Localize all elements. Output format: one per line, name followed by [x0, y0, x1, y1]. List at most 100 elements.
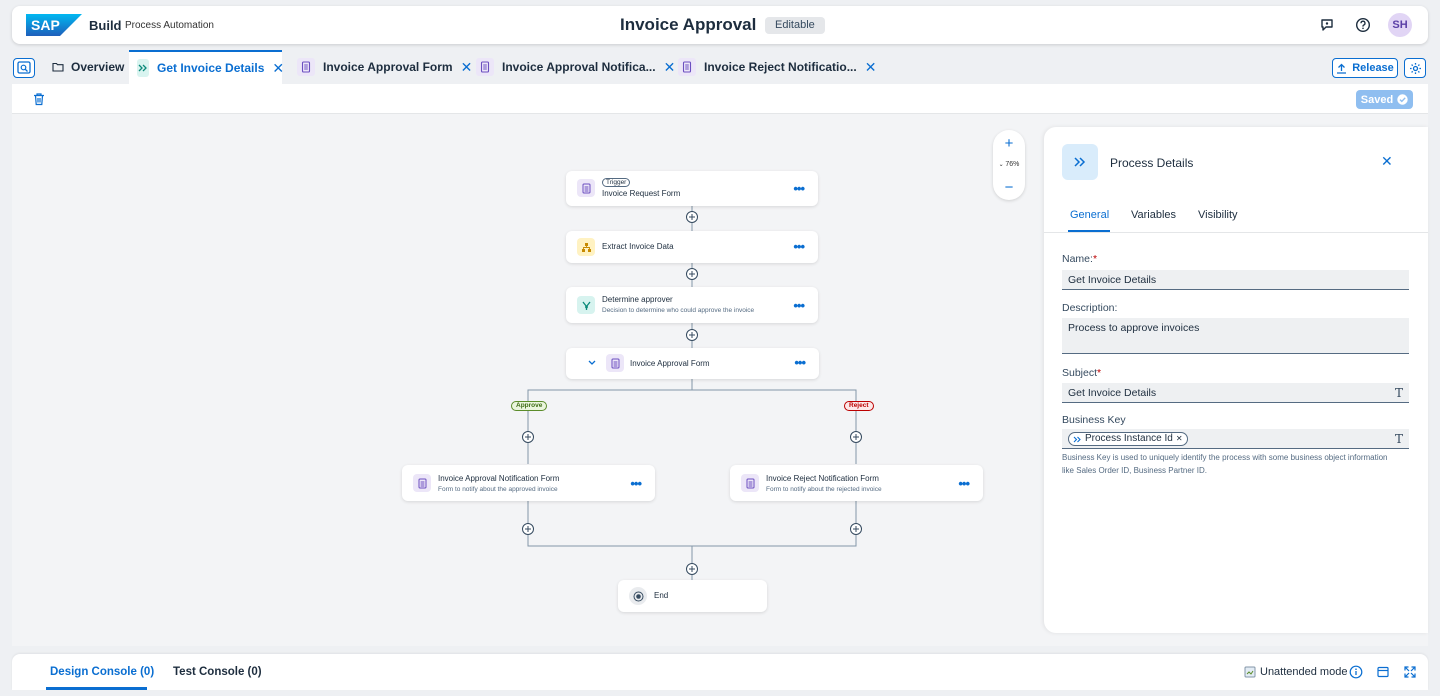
- description-label: Description:: [1062, 302, 1118, 314]
- unattended-label: Unattended mode: [1260, 666, 1348, 678]
- form-icon: [606, 354, 624, 372]
- zoom-out-button[interactable]: −: [993, 179, 1025, 196]
- saved-button[interactable]: Saved: [1356, 90, 1413, 109]
- add-step-button[interactable]: [685, 267, 699, 281]
- more-icon[interactable]: •••: [793, 299, 805, 312]
- search-artifacts-button[interactable]: [13, 58, 35, 78]
- required-marker: *: [1097, 367, 1102, 379]
- close-icon[interactable]: ✕: [461, 59, 473, 76]
- node-description: Decision to determine who could approve …: [602, 307, 755, 314]
- sap-logo[interactable]: SAP: [26, 14, 82, 36]
- name-field[interactable]: Get Invoice Details: [1062, 270, 1409, 290]
- user-avatar[interactable]: SH: [1388, 13, 1412, 37]
- close-icon[interactable]: ✕: [272, 60, 284, 77]
- node-title: End: [654, 591, 669, 600]
- business-key-token[interactable]: Process Instance Id ✕: [1068, 432, 1188, 446]
- approve-branch-label: Approve: [511, 401, 548, 411]
- expand-icon[interactable]: [1403, 665, 1417, 679]
- tab-general[interactable]: General: [1070, 209, 1109, 221]
- tab-design-console[interactable]: Design Console (0): [50, 666, 154, 678]
- more-icon[interactable]: •••: [958, 477, 970, 490]
- token-label: Process Instance Id: [1085, 433, 1173, 444]
- name-field-value: Get Invoice Details: [1068, 274, 1157, 286]
- tab-visibility[interactable]: Visibility: [1198, 209, 1238, 221]
- tab-variables[interactable]: Variables: [1131, 209, 1176, 221]
- close-icon[interactable]: ✕: [1381, 153, 1393, 170]
- editor-tab-bar: Overview Get Invoice Details ✕ Invoice A…: [0, 50, 1440, 84]
- name-label-text: Name:: [1062, 253, 1093, 265]
- automation-icon: [577, 238, 595, 256]
- decision-node[interactable]: Determine approver Decision to determine…: [566, 287, 818, 323]
- end-node[interactable]: End: [618, 580, 767, 612]
- gear-icon: [1409, 62, 1421, 74]
- add-step-button[interactable]: [685, 210, 699, 224]
- delete-icon[interactable]: [32, 92, 46, 106]
- zoom-in-button[interactable]: +: [993, 135, 1025, 152]
- help-icon[interactable]: [1355, 17, 1371, 33]
- business-key-field[interactable]: Process Instance Id ✕ T: [1062, 429, 1409, 449]
- tab-invoice-reject-notification[interactable]: Invoice Reject Notificatio... ✕: [678, 50, 876, 84]
- close-icon[interactable]: ✕: [664, 59, 676, 76]
- process-details-panel: Process Details ✕ General Variables Visi…: [1044, 127, 1428, 633]
- add-step-button[interactable]: [849, 430, 863, 444]
- tab-overview[interactable]: Overview: [48, 50, 136, 84]
- more-icon[interactable]: •••: [630, 477, 642, 490]
- panel-toggle-icon[interactable]: [1376, 665, 1390, 679]
- status-badge: Editable: [765, 17, 825, 34]
- business-key-hint: Business Key is used to uniquely identif…: [1062, 453, 1388, 475]
- add-step-button[interactable]: [521, 430, 535, 444]
- more-icon[interactable]: •••: [794, 356, 806, 369]
- editor-toolbar: Saved: [12, 84, 1428, 114]
- tab-label: Invoice Approval Form: [323, 60, 453, 74]
- add-step-button[interactable]: [849, 522, 863, 536]
- info-icon[interactable]: [1349, 665, 1363, 679]
- subject-field[interactable]: Get Invoice Details T: [1062, 383, 1409, 403]
- add-step-button[interactable]: [685, 328, 699, 342]
- automation-node[interactable]: Extract Invoice Data •••: [566, 231, 818, 263]
- process-icon: [137, 59, 149, 77]
- zoom-level[interactable]: ⌄ 76%: [993, 161, 1025, 168]
- more-icon[interactable]: •••: [793, 240, 805, 253]
- node-description: Form to notify about the rejected invoic…: [766, 486, 882, 493]
- node-title: Invoice Approval Notification Form: [438, 474, 560, 483]
- feedback-icon[interactable]: [1319, 17, 1335, 33]
- tab-invoice-approval-form[interactable]: Invoice Approval Form ✕: [297, 50, 472, 84]
- subject-label: Subject*: [1062, 367, 1101, 379]
- more-icon[interactable]: •••: [793, 182, 805, 195]
- active-tab-indicator: [1068, 230, 1110, 232]
- add-step-button[interactable]: [521, 522, 535, 536]
- node-title: Determine approver: [602, 295, 673, 304]
- saved-label: Saved: [1360, 93, 1394, 106]
- remove-token-icon[interactable]: ✕: [1176, 433, 1183, 445]
- close-icon[interactable]: ✕: [865, 59, 877, 76]
- business-key-label: Business Key: [1062, 414, 1126, 426]
- console-bar: Design Console (0) Test Console (0) Unat…: [12, 654, 1428, 690]
- settings-button[interactable]: [1404, 58, 1426, 78]
- approval-form-node[interactable]: Invoice Approval Form •••: [566, 348, 819, 379]
- approve-notification-node[interactable]: Invoice Approval Notification Form Form …: [402, 465, 655, 501]
- description-field[interactable]: Process to approve invoices: [1062, 318, 1409, 354]
- tab-test-console[interactable]: Test Console (0): [173, 666, 262, 678]
- reject-notification-node[interactable]: Invoice Reject Notification Form Form to…: [730, 465, 983, 501]
- tab-label: Overview: [71, 60, 125, 74]
- tab-label: Get Invoice Details: [157, 61, 265, 75]
- node-title: Invoice Approval Form: [630, 359, 710, 368]
- folder-icon: [52, 62, 64, 72]
- text-type-icon[interactable]: T: [1395, 432, 1403, 446]
- process-canvas[interactable]: Trigger Invoice Request Form ••• Extract…: [12, 114, 1428, 646]
- trigger-node[interactable]: Trigger Invoice Request Form •••: [566, 171, 818, 206]
- trigger-chip: Trigger: [602, 178, 631, 187]
- product-subtitle: Process Automation: [125, 20, 214, 31]
- name-label: Name:*: [1062, 253, 1097, 265]
- tab-invoice-approval-notification[interactable]: Invoice Approval Notifica... ✕: [476, 50, 675, 84]
- process-icon: [1062, 144, 1098, 180]
- tab-get-invoice-details[interactable]: Get Invoice Details ✕: [129, 50, 284, 84]
- chevron-down-icon[interactable]: [588, 360, 596, 366]
- add-step-button[interactable]: [685, 562, 699, 576]
- end-icon: [629, 587, 647, 605]
- release-button[interactable]: Release: [1332, 58, 1398, 78]
- subject-label-text: Subject: [1062, 367, 1098, 379]
- text-type-icon[interactable]: T: [1395, 386, 1403, 400]
- search-icon: [17, 61, 31, 74]
- node-title: Invoice Reject Notification Form: [766, 474, 879, 483]
